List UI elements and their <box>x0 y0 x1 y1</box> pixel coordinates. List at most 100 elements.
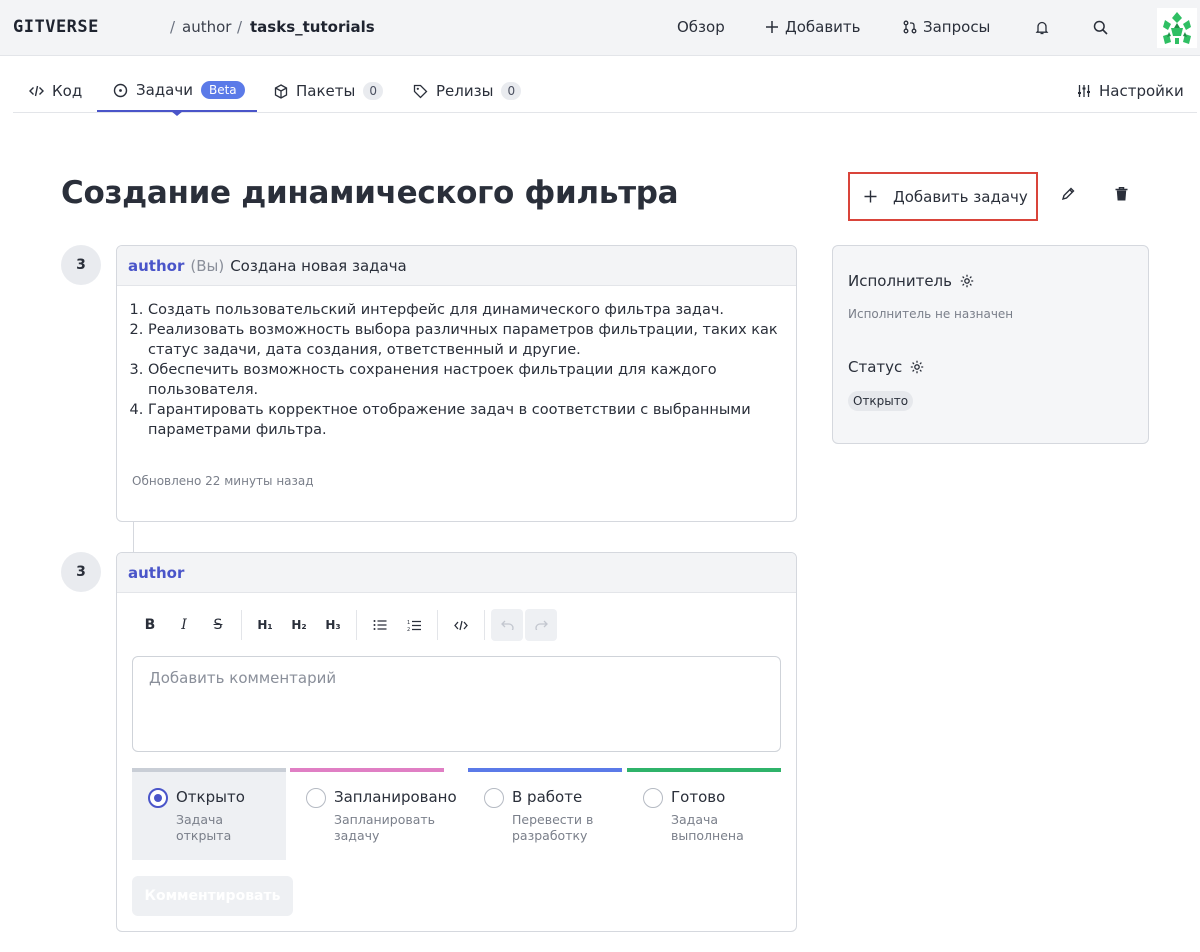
redo-icon <box>534 620 548 630</box>
status-selector: Открыто Задача открыта Запланировано Зап… <box>132 768 781 860</box>
ordered-list-button[interactable]: 12 <box>397 609 431 641</box>
bullet-list-icon <box>373 620 387 630</box>
timeline-step-badge: 3 <box>61 245 101 285</box>
breadcrumb-owner[interactable]: author <box>182 18 231 36</box>
tab-settings[interactable]: Настройки <box>1077 70 1184 112</box>
heading3-button[interactable]: H₃ <box>316 609 350 641</box>
nav-overview-label: Обзор <box>677 18 725 36</box>
gear-icon[interactable] <box>960 274 974 288</box>
nav-add[interactable]: Добавить <box>765 18 861 36</box>
status-color-bar <box>468 768 622 772</box>
tab-releases-label: Релизы <box>436 82 494 100</box>
releases-count-badge: 0 <box>501 82 522 100</box>
status-section: Статус <box>848 358 924 376</box>
editor-toolbar: B I S H₁ H₂ H₃ 12 <box>133 609 559 641</box>
gear-icon[interactable] <box>910 360 924 374</box>
radio-unselected[interactable] <box>484 788 504 808</box>
beta-badge: Beta <box>200 81 245 99</box>
issue-sidebar: Исполнитель Исполнитель не назначен Стат… <box>832 245 1149 444</box>
status-option-planned[interactable]: Запланировано Запланировать задачу <box>290 768 457 860</box>
strikethrough-button[interactable]: S <box>201 609 235 641</box>
svg-text:1: 1 <box>407 620 410 626</box>
status-option-done[interactable]: Готово Задача выполнена <box>627 768 781 860</box>
assignee-value: Исполнитель не назначен <box>848 307 1014 321</box>
status-option-open[interactable]: Открыто Задача открыта <box>132 768 286 860</box>
gitverse-logo[interactable]: GITVERSE <box>13 17 99 37</box>
comment-action: Создана новая задача <box>230 256 407 275</box>
redo-button[interactable] <box>525 609 557 641</box>
nav-add-label: Добавить <box>785 18 861 36</box>
comment-body: Создать пользовательский интерфейс для д… <box>117 286 796 454</box>
bullet-list-button[interactable] <box>363 609 397 641</box>
assignee-label: Исполнитель <box>848 272 952 290</box>
status-name: Открыто <box>176 788 245 806</box>
radio-unselected[interactable] <box>643 788 663 808</box>
package-icon <box>274 83 288 99</box>
search-icon[interactable] <box>1090 17 1110 37</box>
nav-overview[interactable]: Обзор <box>677 18 725 36</box>
italic-button[interactable]: I <box>167 609 201 641</box>
comment-header: author (Вы) Создана новая задача <box>117 246 796 286</box>
new-comment-card: author B I S H₁ H₂ H₃ 12 Добавить коммен… <box>116 552 797 932</box>
repo-tabs: Код Задачи Beta Пакеты 0 Релизы 0 Настро… <box>13 70 1197 116</box>
nav-requests[interactable]: Запросы <box>903 18 990 36</box>
comment-header: author <box>117 553 796 593</box>
tab-code-label: Код <box>52 82 83 100</box>
toolbar-divider <box>241 610 242 640</box>
comment-submit-button[interactable]: Комментировать <box>132 876 293 916</box>
list-item: Гарантировать корректное отображение зад… <box>148 400 781 440</box>
add-task-button[interactable]: Добавить задачу <box>848 172 1038 221</box>
breadcrumb-repo[interactable]: tasks_tutorials <box>250 18 375 36</box>
avatar[interactable] <box>1157 8 1197 48</box>
comment-author[interactable]: author <box>128 257 184 275</box>
task-list: Создать пользовательский интерфейс для д… <box>132 300 781 440</box>
tab-issues[interactable]: Задачи Beta <box>97 70 257 116</box>
active-tab-indicator <box>171 111 183 116</box>
bell-icon[interactable] <box>1032 17 1052 37</box>
svg-text:2: 2 <box>407 627 410 632</box>
trash-icon[interactable] <box>1114 186 1129 202</box>
comment-input[interactable]: Добавить комментарий <box>132 656 781 752</box>
status-desc: Запланировать задачу <box>334 812 436 843</box>
assignee-section: Исполнитель <box>848 272 974 290</box>
tab-releases[interactable]: Релизы 0 <box>413 70 522 112</box>
updated-timestamp: Обновлено 22 минуты назад <box>132 474 314 488</box>
status-name: Готово <box>671 788 726 806</box>
status-option-in-progress[interactable]: В работе Перевести в разработку <box>468 768 622 860</box>
edit-icon[interactable] <box>1060 186 1076 202</box>
undo-button[interactable] <box>491 609 523 641</box>
radio-unselected[interactable] <box>306 788 326 808</box>
sliders-icon <box>1078 85 1090 97</box>
list-item: Обеспечить возможность сохранения настро… <box>148 360 781 400</box>
toolbar-divider <box>356 610 357 640</box>
ordered-list-icon: 12 <box>407 620 421 632</box>
breadcrumb-separator: / <box>237 18 243 36</box>
packages-count-badge: 0 <box>363 82 383 100</box>
top-bar: GITVERSE / author / tasks_tutorials Обзо… <box>0 0 1200 56</box>
status-name: В работе <box>512 788 583 806</box>
comment-author[interactable]: author <box>128 564 184 582</box>
timeline-step-badge: 3 <box>61 552 101 592</box>
timeline-connector <box>133 521 134 552</box>
toolbar-divider <box>437 610 438 640</box>
bold-button[interactable]: B <box>133 609 167 641</box>
status-color-bar <box>627 768 781 772</box>
heading2-button[interactable]: H₂ <box>282 609 316 641</box>
issue-icon <box>113 83 128 97</box>
code-block-button[interactable] <box>444 609 478 641</box>
status-badge: Открыто <box>848 391 914 411</box>
heading1-button[interactable]: H₁ <box>248 609 282 641</box>
status-desc: Задача открыта <box>176 812 232 843</box>
tab-code[interactable]: Код <box>29 70 82 112</box>
issue-title: Создание динамического фильтра <box>61 175 679 211</box>
tab-issues-label: Задачи <box>136 81 193 99</box>
you-label: (Вы) <box>190 256 225 275</box>
breadcrumb-separator: / <box>170 18 176 36</box>
tab-packages[interactable]: Пакеты 0 <box>274 70 383 112</box>
tag-icon <box>413 84 428 98</box>
plus-icon <box>864 190 877 203</box>
tab-settings-label: Настройки <box>1099 82 1184 100</box>
radio-selected[interactable] <box>148 788 168 808</box>
tab-packages-label: Пакеты <box>296 82 356 100</box>
list-item: Создать пользовательский интерфейс для д… <box>148 300 781 320</box>
